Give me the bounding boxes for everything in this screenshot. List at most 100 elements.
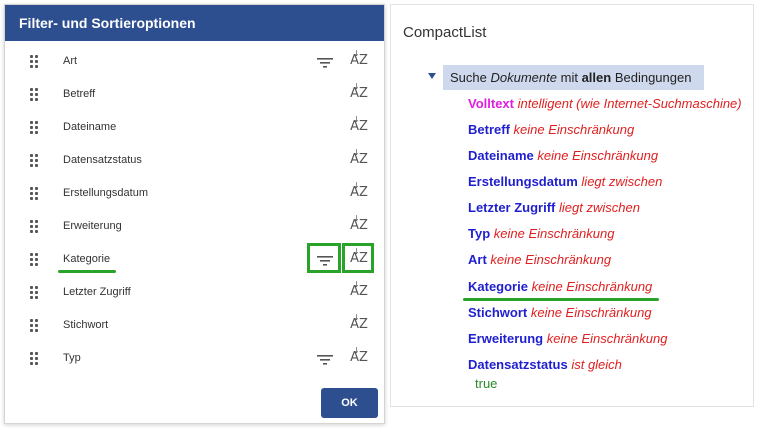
field-row[interactable]: Erweiterung AZ ↓ — [5, 211, 384, 244]
sort-arrow-icon: ↓ — [353, 181, 360, 190]
sort-az-icon[interactable]: AZ ↓ — [348, 115, 370, 137]
field-row[interactable]: Art AZ ↓ — [5, 46, 384, 79]
sort-az-icon[interactable]: AZ ↓ — [348, 181, 370, 203]
search-prefix: Suche — [450, 70, 487, 85]
field-label: Dateiname — [63, 121, 117, 133]
condition-operator[interactable]: keine Einschränkung — [494, 226, 615, 241]
condition-row[interactable]: Datensatzstatus ist gleich — [468, 357, 622, 372]
condition-row[interactable]: Dateiname keine Einschränkung — [468, 148, 658, 163]
condition-operator[interactable]: keine Einschränkung — [490, 252, 611, 267]
search-object[interactable]: Dokumente — [491, 70, 557, 85]
drag-handle-icon[interactable] — [30, 319, 38, 332]
field-row[interactable]: Letzter Zugriff AZ ↓ — [5, 277, 384, 310]
drag-handle-icon[interactable] — [30, 88, 38, 101]
condition-operator[interactable]: intelligent (wie Internet-Suchmaschine) — [518, 96, 742, 111]
condition-operator[interactable]: keine Einschränkung — [514, 122, 635, 137]
condition-row[interactable]: Typ keine Einschränkung — [468, 226, 614, 241]
sort-az-icon[interactable]: AZ ↓ — [348, 214, 370, 236]
search-quantifier[interactable]: allen — [582, 70, 612, 85]
drag-handle-icon[interactable] — [30, 286, 38, 299]
condition-row[interactable]: Betreff keine Einschränkung — [468, 122, 634, 137]
sort-arrow-icon: ↓ — [353, 49, 360, 58]
search-middle: mit — [560, 70, 578, 85]
field-label: Datensatzstatus — [63, 154, 142, 166]
condition-field[interactable]: Dateiname — [468, 148, 534, 163]
condition-operator[interactable]: keine Einschränkung — [531, 305, 652, 320]
condition-field[interactable]: Letzter Zugriff — [468, 200, 555, 215]
field-label: Art — [63, 55, 78, 67]
sort-arrow-icon: ↓ — [353, 280, 360, 289]
condition-row[interactable]: Kategorie keine Einschränkung — [468, 279, 652, 294]
filter-icon[interactable] — [314, 350, 336, 368]
field-label: Typ — [63, 352, 81, 364]
field-list: Art AZ ↓ Betreff AZ ↓ Dateiname AZ ↓ Datensatzsta… — [5, 46, 384, 376]
condition-field[interactable]: Betreff — [468, 122, 510, 137]
condition-field[interactable]: Stichwort — [468, 305, 527, 320]
field-row[interactable]: Erstellungsdatum AZ ↓ — [5, 178, 384, 211]
condition-operator[interactable]: liegt zwischen — [581, 174, 662, 189]
condition-field[interactable]: Erstellungsdatum — [468, 174, 578, 189]
field-row[interactable]: Betreff AZ ↓ — [5, 79, 384, 112]
field-label: Erweiterung — [63, 220, 122, 232]
condition-row[interactable]: Volltext intelligent (wie Internet-Suchm… — [468, 96, 742, 111]
field-label: Stichwort — [63, 319, 109, 331]
condition-field[interactable]: Art — [468, 252, 487, 267]
condition-row[interactable]: Erstellungsdatum liegt zwischen — [468, 174, 662, 189]
sort-az-icon[interactable]: AZ ↓ — [348, 280, 370, 302]
filter-sort-dialog: Filter- und Sortieroptionen Art AZ ↓ Betref… — [4, 4, 385, 424]
filter-highlight-box — [307, 243, 341, 273]
sort-arrow-icon: ↓ — [353, 82, 360, 91]
drag-handle-icon[interactable] — [30, 154, 38, 167]
condition-field[interactable]: Erweiterung — [468, 331, 543, 346]
drag-handle-icon[interactable] — [30, 220, 38, 233]
condition-row[interactable]: Letzter Zugriff liegt zwischen — [468, 200, 640, 215]
sort-arrow-icon: ↓ — [353, 148, 360, 157]
sort-highlight-box — [342, 243, 374, 273]
sort-arrow-icon: ↓ — [353, 115, 360, 124]
sort-az-icon[interactable]: AZ ↓ — [348, 148, 370, 170]
condition-row[interactable]: Erweiterung keine Einschränkung — [468, 331, 667, 346]
condition-operator[interactable]: keine Einschränkung — [537, 148, 658, 163]
collapse-caret-icon[interactable] — [428, 73, 436, 79]
condition-operator[interactable]: liegt zwischen — [559, 200, 640, 215]
field-row[interactable]: Typ AZ ↓ — [5, 343, 384, 376]
condition-field[interactable]: Typ — [468, 226, 490, 241]
dialog-title: Filter- und Sortieroptionen — [5, 5, 384, 41]
search-suffix: Bedingungen — [614, 70, 692, 85]
compact-list-panel: CompactList Suche Dokumente mit allen Be… — [390, 4, 754, 407]
sort-arrow-icon: ↓ — [353, 346, 360, 355]
sort-az-icon[interactable]: AZ ↓ — [348, 82, 370, 104]
condition-row[interactable]: Art keine Einschränkung — [468, 252, 611, 267]
highlight-underline — [58, 270, 116, 273]
sort-az-icon[interactable]: AZ ↓ — [348, 49, 370, 71]
sort-arrow-icon: ↓ — [353, 214, 360, 223]
ok-button[interactable]: OK — [321, 388, 378, 418]
condition-operator[interactable]: ist gleich — [571, 357, 622, 372]
field-label: Kategorie — [63, 253, 111, 265]
filter-icon[interactable] — [314, 53, 336, 71]
drag-handle-icon[interactable] — [30, 352, 38, 365]
condition-value[interactable]: true — [475, 376, 497, 391]
search-description: Suche Dokumente mit allen Bedingungen — [450, 70, 691, 85]
condition-field[interactable]: Volltext — [468, 96, 514, 111]
condition-operator[interactable]: keine Einschränkung — [547, 331, 668, 346]
field-row[interactable]: Stichwort AZ ↓ — [5, 310, 384, 343]
drag-handle-icon[interactable] — [30, 55, 38, 68]
condition-row[interactable]: Stichwort keine Einschränkung — [468, 305, 652, 320]
field-row[interactable]: Dateiname AZ ↓ — [5, 112, 384, 145]
field-row[interactable]: Kategorie AZ ↓ — [5, 243, 384, 277]
sort-arrow-icon: ↓ — [353, 313, 360, 322]
condition-field[interactable]: Datensatzstatus — [468, 357, 568, 372]
field-label: Betreff — [63, 88, 96, 100]
field-label: Letzter Zugriff — [63, 286, 131, 298]
condition-operator[interactable]: keine Einschränkung — [532, 279, 653, 294]
field-row[interactable]: Datensatzstatus AZ ↓ — [5, 145, 384, 178]
field-label: Erstellungsdatum — [63, 187, 148, 199]
panel-title: CompactList — [403, 24, 487, 41]
sort-az-icon[interactable]: AZ ↓ — [348, 346, 370, 368]
drag-handle-icon[interactable] — [30, 253, 38, 266]
condition-field[interactable]: Kategorie — [468, 279, 528, 294]
sort-az-icon[interactable]: AZ ↓ — [348, 313, 370, 335]
drag-handle-icon[interactable] — [30, 187, 38, 200]
drag-handle-icon[interactable] — [30, 121, 38, 134]
